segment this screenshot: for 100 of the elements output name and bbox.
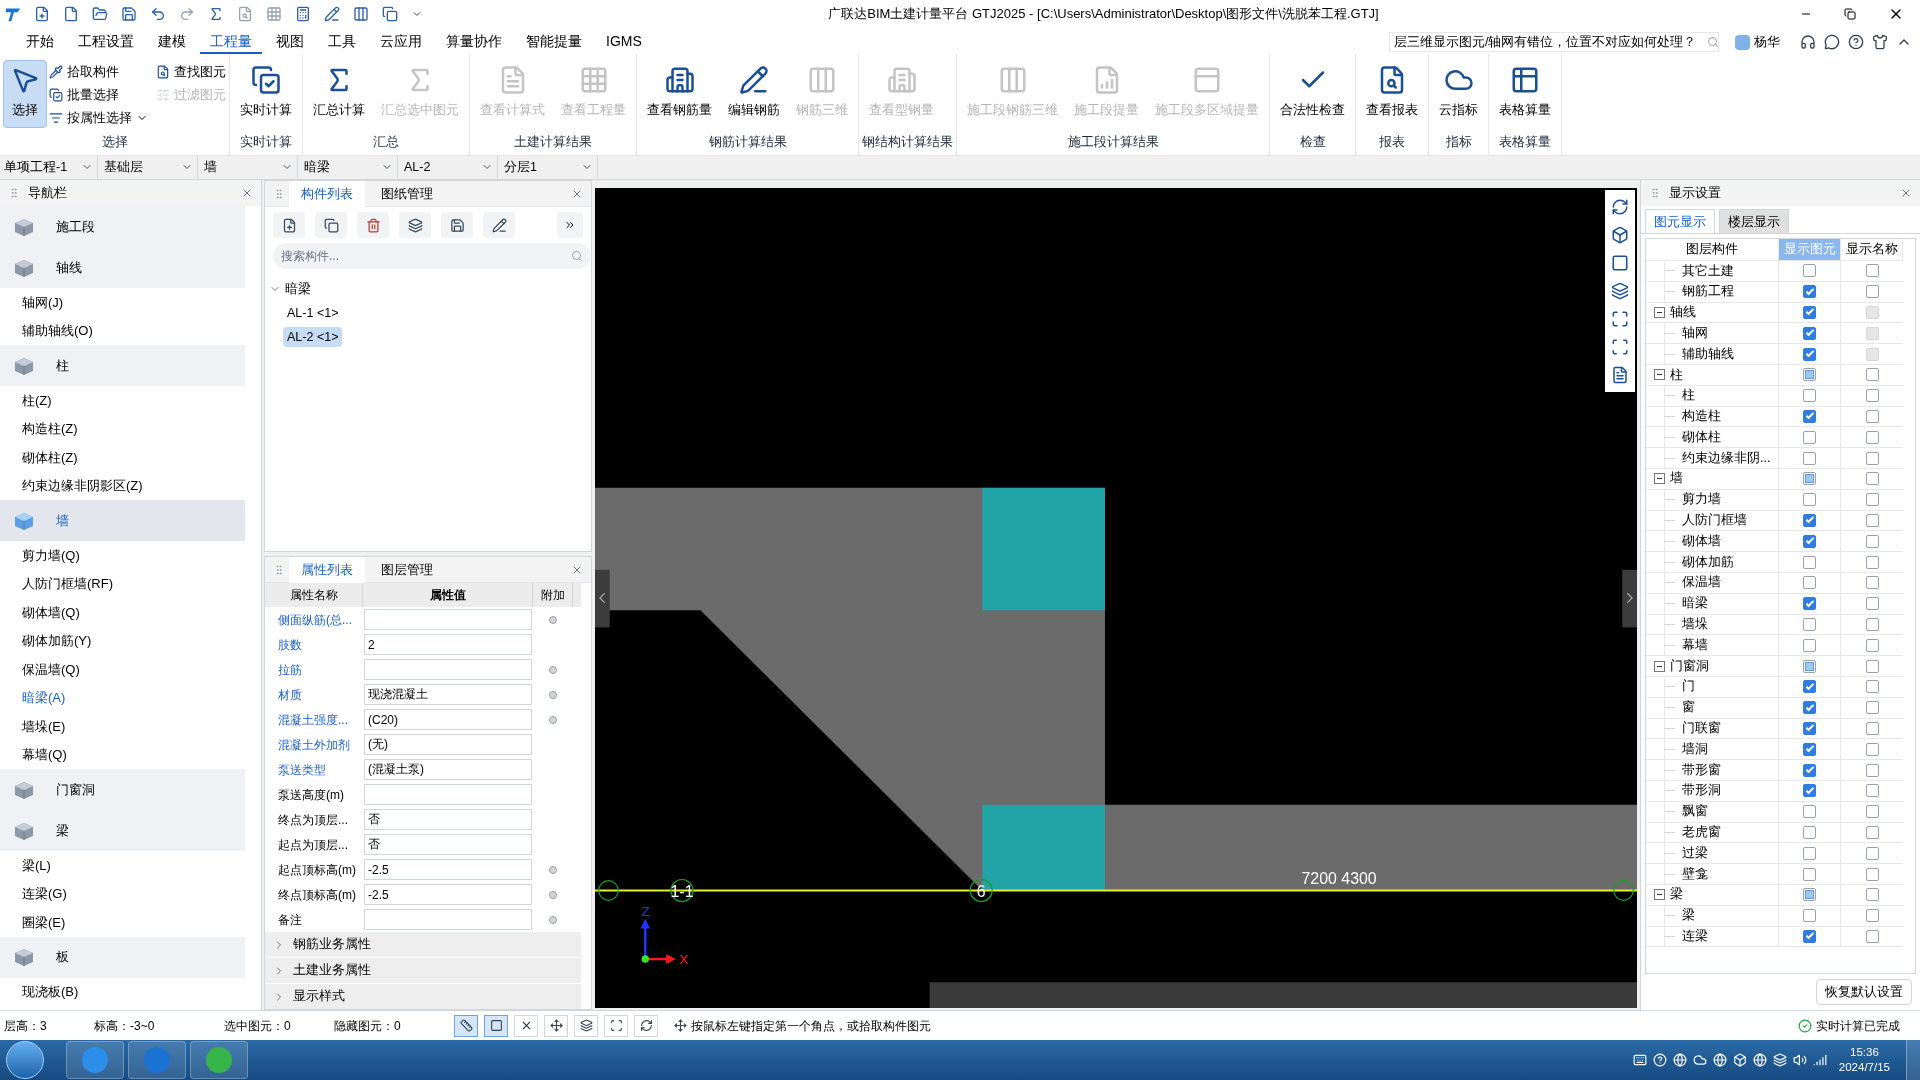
shirt-icon[interactable] [1872,34,1888,50]
menu-tab[interactable]: 工具 [318,30,366,54]
nav-item[interactable]: 保温墙(Q) [0,655,261,684]
checkbox[interactable] [1865,576,1879,590]
panel-tab[interactable]: 图元显示 [1645,209,1715,233]
nav-category[interactable]: 柱 [0,345,245,386]
checkbox[interactable] [1865,285,1879,299]
signal-icon[interactable] [1812,1053,1827,1067]
checkbox[interactable] [1865,701,1879,715]
tree-item[interactable]: AL-1 <1> [283,302,343,324]
menu-tab[interactable]: 云应用 [370,30,432,54]
checkbox[interactable] [1865,389,1879,403]
cube-icon[interactable] [1611,226,1629,244]
show-desktop-button[interactable] [1906,1040,1920,1080]
undo-icon[interactable] [150,6,166,22]
status-tool-button[interactable] [514,1014,538,1037]
ribbon-button[interactable]: 实时计算 [233,60,299,128]
checkbox[interactable] [1803,326,1817,340]
checkbox[interactable] [1865,721,1879,735]
restore-icon[interactable] [1844,8,1856,20]
checkbox[interactable] [1803,493,1817,507]
box-icon[interactable] [1732,1053,1747,1067]
copy-icon[interactable] [382,6,398,22]
property-value-field[interactable]: -2.5 [364,859,532,880]
help-icon[interactable] [1848,34,1864,50]
property-value-field[interactable]: 现浇混凝土 [364,684,532,705]
checkbox[interactable] [1865,888,1879,902]
start-button[interactable] [6,1041,44,1079]
checkbox[interactable] [1865,597,1879,611]
nav-item[interactable]: 剪力墙(Q) [0,541,261,570]
checkbox[interactable] [1865,867,1879,881]
nav-category[interactable]: 墙 [0,500,245,541]
attach-radio[interactable] [549,865,557,874]
collapse-toggle-icon[interactable] [1654,660,1665,672]
ribbon-button[interactable]: 云指标 [1432,60,1485,128]
checkbox[interactable] [1865,846,1879,860]
ribbon-button[interactable]: 选择 [3,60,47,128]
file-icon[interactable] [63,6,79,22]
checkbox[interactable] [1803,763,1817,777]
section-header[interactable]: 显示样式 [265,984,581,1009]
checkbox[interactable] [1803,347,1817,361]
sigma-icon[interactable] [208,6,224,22]
collapse-toggle-icon[interactable] [1654,889,1665,901]
checkbox[interactable] [1865,909,1879,923]
status-tool-button[interactable] [484,1014,508,1037]
ribbon-button[interactable]: 表格算量 [1492,60,1558,128]
grip-icon[interactable] [1649,185,1661,201]
layers-icon[interactable] [1611,282,1629,300]
checkbox[interactable] [1803,368,1817,382]
menu-tab[interactable]: 视图 [266,30,314,54]
checkbox[interactable] [1803,701,1817,715]
nav-item[interactable]: 砌体墙(Q) [0,598,261,627]
property-value-field[interactable] [364,659,532,680]
checkbox[interactable] [1803,576,1817,590]
checkbox[interactable] [1865,472,1879,486]
nav-item[interactable]: 柱(Z) [0,386,261,415]
checkbox[interactable] [1803,929,1817,943]
property-value-field[interactable] [364,909,532,930]
attach-radio[interactable] [549,690,557,699]
ribbon-small-button[interactable]: 按属性选择 [49,107,148,129]
nav-category[interactable]: 施工段 [0,206,245,247]
nav-item[interactable]: 构造柱(Z) [0,414,261,443]
collapse-toggle-icon[interactable] [1654,307,1665,318]
document-icon[interactable] [1611,366,1629,384]
ribbon-button[interactable]: 汇总计算 [306,60,372,128]
nav-category[interactable]: 板 [0,936,245,978]
status-tool-button[interactable] [454,1014,478,1037]
checkbox[interactable] [1803,617,1817,631]
checkbox[interactable] [1803,909,1817,923]
checkbox[interactable] [1803,451,1817,465]
nav-item[interactable]: 轴网(J) [0,288,261,317]
checkbox[interactable] [1865,659,1879,673]
redo-icon[interactable] [179,6,195,22]
rotate-icon[interactable] [1611,198,1629,216]
checkbox[interactable] [1865,929,1879,943]
panel-tab[interactable]: 图层管理 [369,557,445,583]
menu-tab[interactable]: 工程设置 [68,30,144,54]
property-value-field[interactable]: 否 [364,834,532,855]
collapse-toggle-icon[interactable] [1654,473,1665,485]
checkbox[interactable] [1803,430,1817,444]
checkbox[interactable] [1803,680,1817,694]
user-name[interactable]: 杨华 [1754,32,1780,52]
menu-tab[interactable]: 开始 [16,30,64,54]
checkbox[interactable] [1865,534,1879,548]
status-tool-button[interactable] [634,1014,658,1037]
checkbox[interactable] [1865,368,1879,382]
ribbon-button[interactable]: 合法性检查 [1273,60,1352,128]
checkbox[interactable] [1803,846,1817,860]
more-button[interactable] [557,212,583,238]
checkbox[interactable] [1803,285,1817,299]
checkbox[interactable] [1803,534,1817,548]
nav-item[interactable]: 幕墙(Q) [0,740,261,769]
collapse-toggle-icon[interactable] [1654,369,1665,381]
checkbox[interactable] [1865,555,1879,569]
checkbox[interactable] [1803,597,1817,611]
globe-icon[interactable] [1752,1053,1767,1067]
nav-item[interactable]: 暗梁(A) [0,683,261,712]
toolbar-button[interactable] [273,212,305,238]
nav-item[interactable]: 连梁(G) [0,879,261,908]
ribbon-small-button[interactable]: 拾取构件 [49,61,148,83]
